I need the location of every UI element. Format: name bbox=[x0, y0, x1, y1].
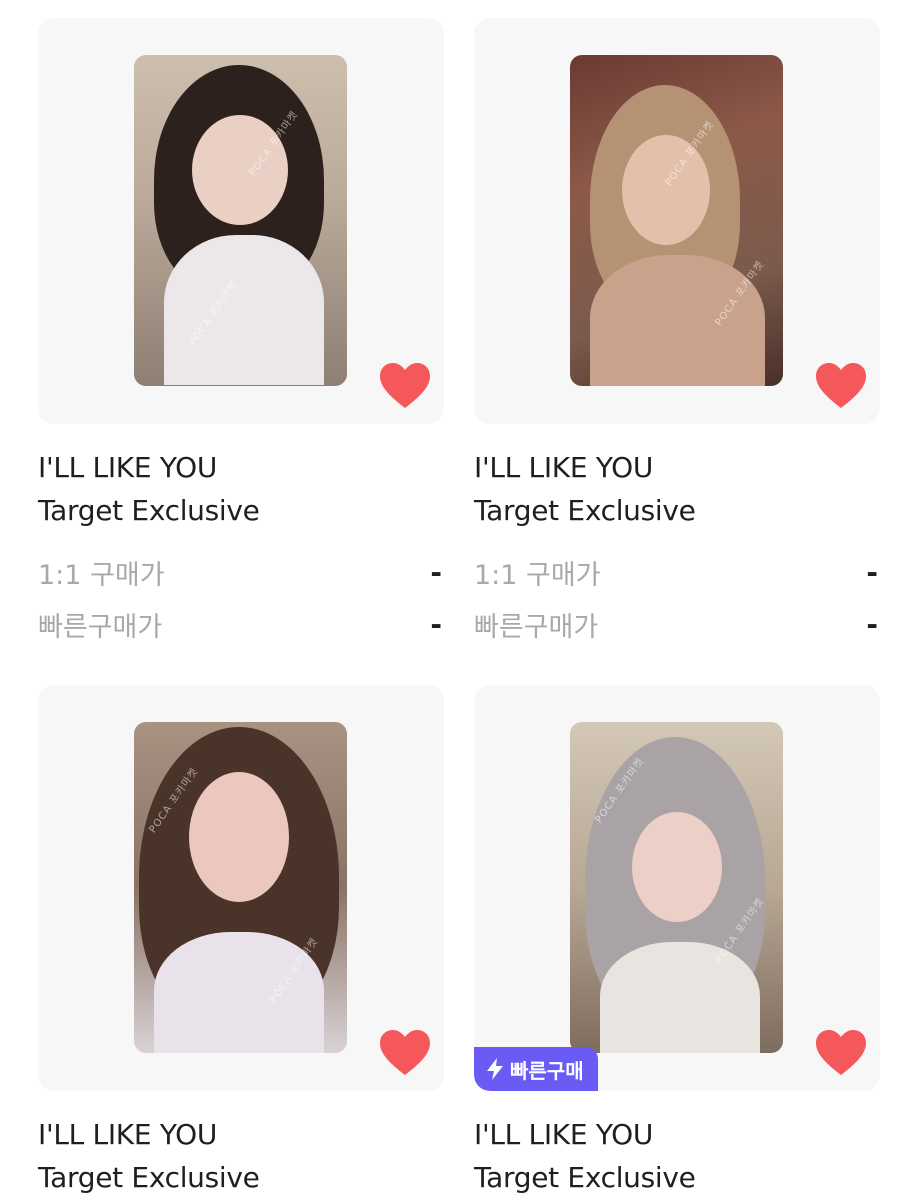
heart-icon[interactable] bbox=[814, 1029, 868, 1077]
product-thumbnail[interactable]: POCA 포카마켓 POCA 포카마켓 bbox=[38, 685, 444, 1091]
price-value: - bbox=[866, 555, 878, 589]
title-line-1: I'LL LIKE YOU bbox=[474, 451, 654, 484]
price-label: 1:1 구매가 bbox=[474, 559, 601, 591]
quick-buy-badge: 빠른구매 bbox=[474, 1047, 598, 1091]
photocard-image: POCA 포카마켓 POCA 포카마켓 bbox=[570, 722, 783, 1053]
product-title[interactable]: I'LL LIKE YOU Target Exclusive bbox=[474, 1113, 880, 1199]
product-card[interactable]: POCA 포카마켓 POCA 포카마켓 빠른구매 I'LL LIKE YOU T… bbox=[474, 685, 880, 1199]
title-line-1: I'LL LIKE YOU bbox=[38, 1118, 218, 1151]
product-thumbnail[interactable]: POCA 포카마켓 POCA 포카마켓 bbox=[38, 18, 444, 424]
price-value: - bbox=[430, 607, 442, 641]
price-label: 빠른구매가 bbox=[474, 611, 599, 643]
product-thumbnail[interactable]: POCA 포카마켓 POCA 포카마켓 bbox=[474, 18, 880, 424]
price-row-quick: 빠른구매가 - bbox=[474, 598, 880, 650]
product-title[interactable]: I'LL LIKE YOU Target Exclusive bbox=[38, 1113, 444, 1199]
title-line-2: Target Exclusive bbox=[474, 494, 696, 527]
photocard-image: POCA 포카마켓 POCA 포카마켓 bbox=[134, 55, 347, 386]
product-card[interactable]: POCA 포카마켓 POCA 포카마켓 I'LL LIKE YOU Target… bbox=[38, 685, 444, 1199]
heart-icon[interactable] bbox=[378, 1029, 432, 1077]
price-row-1on1: 1:1 구매가 - bbox=[474, 546, 880, 598]
lightning-icon bbox=[487, 1058, 503, 1080]
product-card[interactable]: POCA 포카마켓 POCA 포카마켓 I'LL LIKE YOU Target… bbox=[474, 18, 880, 650]
price-list: 1:1 구매가 - 빠른구매가 - bbox=[474, 546, 880, 650]
price-value: - bbox=[866, 607, 878, 641]
heart-icon[interactable] bbox=[378, 362, 432, 410]
product-grid: POCA 포카마켓 POCA 포카마켓 I'LL LIKE YOU Target… bbox=[0, 0, 918, 1200]
price-row-quick: 빠른구매가 - bbox=[38, 598, 444, 650]
product-card[interactable]: POCA 포카마켓 POCA 포카마켓 I'LL LIKE YOU Target… bbox=[38, 18, 444, 650]
price-value: - bbox=[430, 555, 442, 589]
title-line-2: Target Exclusive bbox=[474, 1161, 696, 1194]
product-thumbnail[interactable]: POCA 포카마켓 POCA 포카마켓 빠른구매 bbox=[474, 685, 880, 1091]
title-line-1: I'LL LIKE YOU bbox=[474, 1118, 654, 1151]
photocard-image: POCA 포카마켓 POCA 포카마켓 bbox=[134, 722, 347, 1053]
title-line-2: Target Exclusive bbox=[38, 1161, 260, 1194]
product-title[interactable]: I'LL LIKE YOU Target Exclusive bbox=[474, 446, 880, 532]
product-title[interactable]: I'LL LIKE YOU Target Exclusive bbox=[38, 446, 444, 532]
title-line-1: I'LL LIKE YOU bbox=[38, 451, 218, 484]
price-label: 1:1 구매가 bbox=[38, 559, 165, 591]
heart-icon[interactable] bbox=[814, 362, 868, 410]
price-label: 빠른구매가 bbox=[38, 611, 163, 643]
title-line-2: Target Exclusive bbox=[38, 494, 260, 527]
badge-label: 빠른구매 bbox=[510, 1058, 584, 1083]
photocard-image: POCA 포카마켓 POCA 포카마켓 bbox=[570, 55, 783, 386]
price-row-1on1: 1:1 구매가 - bbox=[38, 546, 444, 598]
price-list: 1:1 구매가 - 빠른구매가 - bbox=[38, 546, 444, 650]
